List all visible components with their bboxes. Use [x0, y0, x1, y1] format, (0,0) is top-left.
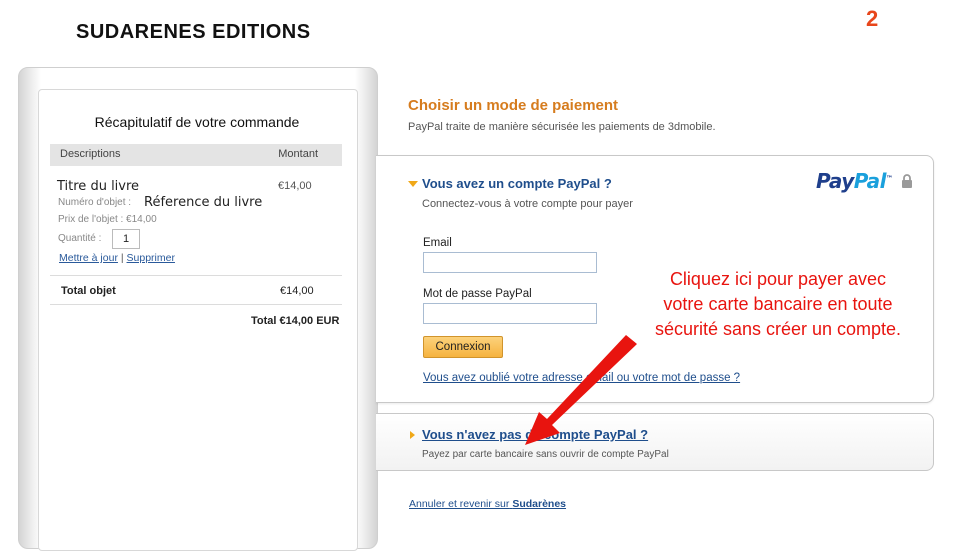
total-object-value: €14,00	[280, 285, 314, 297]
have-account-heading[interactable]: Vous avez un compte PayPal ?	[422, 176, 612, 191]
connect-subtitle: Connectez-vous à votre compte pour payer	[422, 198, 633, 210]
divider	[50, 275, 342, 276]
password-label: Mot de passe PayPal	[423, 288, 532, 300]
cancel-prefix: Annuler et revenir sur	[409, 498, 510, 510]
item-price: €14,00	[278, 180, 312, 192]
annotation-line: Cliquez ici pour payer avec	[669, 269, 887, 289]
grand-total: Total €14,00 EUR	[251, 315, 340, 327]
item-unit-price: Prix de l'objet : €14,00	[58, 214, 157, 225]
expanded-arrow-icon	[408, 181, 418, 187]
item-title: Titre du livre	[57, 179, 140, 194]
annotation-text: Cliquez ici pour payer avec votre carte …	[618, 267, 938, 342]
paypal-logo-pay: Pay	[816, 169, 854, 193]
column-montant: Montant	[278, 148, 318, 160]
step-number: 2	[866, 6, 879, 31]
guest-checkout-panel[interactable]	[376, 413, 934, 471]
cart-table-header: Descriptions Montant	[50, 144, 342, 166]
paypal-logo: PayPal™	[816, 169, 893, 193]
annotation-line: votre carte bancaire en toute	[663, 294, 893, 314]
site-brand: SUDARENES EDITIONS	[76, 21, 311, 43]
cart-actions: Mettre à jour | Supprimer	[59, 252, 175, 264]
cart-title: Récapitulatif de votre commande	[94, 114, 300, 130]
password-field[interactable]	[423, 303, 597, 324]
paypal-logo-tm: ™	[886, 174, 893, 183]
column-descriptions: Descriptions	[60, 148, 121, 160]
connexion-button[interactable]: Connexion	[423, 336, 503, 358]
item-ref-value: Réference du livre	[144, 195, 263, 210]
email-field[interactable]	[423, 252, 597, 273]
quantity-label: Quantité :	[58, 233, 102, 244]
quantity-input[interactable]	[112, 229, 140, 249]
cancel-brand: Sudarènes	[512, 498, 567, 510]
payment-subtitle: PayPal traite de manière sécurisée les p…	[408, 121, 716, 133]
link-separator: |	[120, 252, 124, 264]
email-label: Email	[423, 237, 452, 249]
forgot-credentials-link[interactable]: Vous avez oublié votre adresse email ou …	[423, 372, 740, 384]
payment-title: Choisir un mode de paiement	[408, 97, 619, 114]
collapsed-arrow-icon	[410, 431, 415, 439]
annotation-line: sécurité sans créer un compte.	[654, 319, 902, 339]
divider	[50, 304, 342, 305]
update-link[interactable]: Mettre à jour	[59, 252, 118, 264]
cancel-return-link[interactable]: Annuler et revenir sur Sudarènes	[409, 498, 566, 510]
delete-link[interactable]: Supprimer	[127, 252, 175, 264]
paypal-logo-pal: Pal	[853, 169, 887, 193]
total-object-label: Total objet	[61, 285, 116, 297]
lock-icon	[902, 174, 912, 188]
no-account-subtitle: Payez par carte bancaire sans ouvrir de …	[422, 449, 669, 460]
no-account-link[interactable]: Vous n'avez pas de compte PayPal ?	[422, 427, 648, 442]
item-ref-label: Numéro d'objet :	[58, 197, 132, 208]
